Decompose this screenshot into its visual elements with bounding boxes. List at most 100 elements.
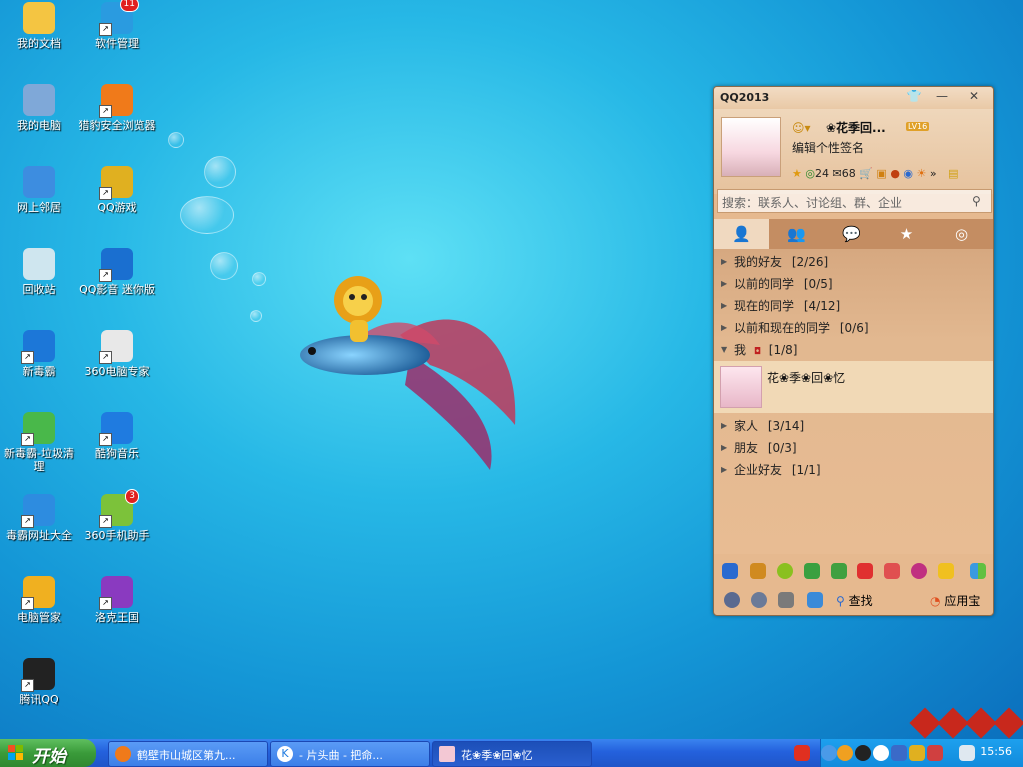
- appbox-label: 应用宝: [944, 594, 981, 608]
- group-label: 以前和现在的同学: [734, 321, 831, 335]
- ball-icon[interactable]: [911, 563, 927, 579]
- pet-icon[interactable]: ●: [890, 167, 900, 180]
- group-label: 我的好友: [734, 255, 783, 269]
- desktop-icon[interactable]: ↗ QQ影音 迷你版: [78, 248, 156, 296]
- contact-item[interactable]: 花❀季❀回❀忆: [714, 361, 993, 413]
- close-button[interactable]: ✕: [964, 89, 984, 105]
- clock[interactable]: 15:56: [980, 745, 1012, 758]
- tab-zone[interactable]: ◎: [934, 219, 989, 249]
- qq-main-panel: QQ2013 👕 — ✕ ☺▾ ❀花季回... LV16 编辑个性签名 ★ ◎2…: [713, 86, 994, 616]
- avatar[interactable]: [721, 117, 781, 177]
- wallet-icon[interactable]: ▣: [876, 167, 886, 180]
- roco-kingdom-icon: ↗: [99, 576, 133, 610]
- kugou-icon[interactable]: [873, 745, 889, 761]
- weather-icon[interactable]: ☀: [917, 167, 927, 180]
- desktop-icon[interactable]: ↗ 11 软件管理: [78, 0, 156, 50]
- desktop-icon[interactable]: 回收站: [0, 248, 78, 296]
- desktop-icon[interactable]: ↗ 毒霸网址大全: [0, 494, 78, 542]
- group-count: [0/3]: [767, 441, 797, 455]
- taskbar-item-kugou[interactable]: K - 片头曲 - 把命...: [270, 741, 430, 767]
- network-icon[interactable]: [891, 745, 907, 761]
- more-icon[interactable]: »: [930, 167, 937, 180]
- sogou-input-icon[interactable]: [794, 745, 810, 761]
- desktop-icon[interactable]: 我的电脑: [0, 84, 78, 132]
- group-row[interactable]: ▶ 家人 [3/14]: [714, 415, 993, 437]
- qq-penguin-icon[interactable]: [909, 745, 925, 761]
- level-badge[interactable]: LV16: [906, 122, 930, 131]
- gear-icon[interactable]: [751, 592, 767, 608]
- desktop-icon-label: 我的文档: [17, 37, 61, 50]
- taskbar: 开始 鹤壁市山城区第九... K - 片头曲 - 把命... 花❀季❀回❀忆 1…: [0, 739, 1023, 767]
- expand-tray-icon[interactable]: [821, 745, 837, 761]
- signature[interactable]: 编辑个性签名: [792, 139, 864, 156]
- cart-icon[interactable]: 🛒: [859, 167, 873, 180]
- search-icon[interactable]: ⚲: [972, 194, 981, 208]
- qq-penguin-icon[interactable]: [855, 745, 871, 761]
- star-icon[interactable]: ★: [792, 167, 802, 180]
- group-me[interactable]: ▼ 我 ◘ [1/8]: [714, 339, 993, 361]
- folder-icon[interactable]: [807, 592, 823, 608]
- qq-titlebar[interactable]: QQ2013 👕 — ✕: [714, 87, 993, 109]
- status-online-icon[interactable]: ☺▾: [792, 121, 811, 135]
- find-button[interactable]: ⚲ 查找: [836, 592, 873, 609]
- desktop-icon[interactable]: ↗ 洛克王国: [78, 576, 156, 624]
- zone-icon[interactable]: ◎: [805, 167, 815, 180]
- desktop-icon-label: 回收站: [22, 283, 56, 296]
- video-icon[interactable]: [857, 563, 873, 579]
- group-row[interactable]: ▶ 朋友 [0/3]: [714, 437, 993, 459]
- desktop-icon[interactable]: ↗ 猎豹安全浏览器: [78, 84, 156, 132]
- start-button[interactable]: 开始: [0, 739, 96, 767]
- taskbar-item-browser[interactable]: 鹤壁市山城区第九...: [108, 741, 268, 767]
- desktop-icon[interactable]: 网上邻居: [0, 166, 78, 214]
- search-input[interactable]: 搜索：联系人、讨论组、群、企业 ⚲: [717, 189, 992, 213]
- shortcut-arrow-icon: ↗: [21, 679, 34, 692]
- apps-grid-icon[interactable]: [970, 563, 986, 579]
- tab-groups[interactable]: 👥: [769, 219, 824, 249]
- group-row[interactable]: ▶ 以前的同学 [0/5]: [714, 273, 993, 295]
- shop-icon[interactable]: [884, 563, 900, 579]
- desktop-icon[interactable]: ↗ 360电脑专家: [78, 330, 156, 378]
- desktop-icon[interactable]: 我的文档: [0, 2, 78, 50]
- shortcut-arrow-icon: ↗: [21, 597, 34, 610]
- pc-manager-icon: ↗: [21, 576, 55, 610]
- qq-penguin-icon[interactable]: [722, 563, 738, 579]
- qq-pet-icon[interactable]: [837, 745, 853, 761]
- group-label: 我: [734, 343, 747, 357]
- taskbar-item-qq-chat[interactable]: 花❀季❀回❀忆: [432, 741, 592, 767]
- shortcut-arrow-icon: ↗: [99, 23, 112, 36]
- game-icon[interactable]: [831, 563, 847, 579]
- system-tray: 15:56: [820, 739, 1023, 767]
- network-status-icon[interactable]: [959, 745, 975, 761]
- pet-icon[interactable]: [750, 563, 766, 579]
- group-row[interactable]: ▶ 现在的同学 [4/12]: [714, 295, 993, 317]
- skin-icon[interactable]: 👕: [904, 89, 924, 105]
- desktop-icon[interactable]: ↗ 3 360手机助手: [78, 489, 156, 542]
- tab-favorites[interactable]: ★: [879, 219, 934, 249]
- manager-icon[interactable]: ▤: [948, 167, 958, 180]
- chick-icon[interactable]: [938, 563, 954, 579]
- qq-penguin-icon[interactable]: [927, 745, 943, 761]
- desktop-icon[interactable]: ↗ 酷狗音乐: [78, 412, 156, 460]
- desktop-icon[interactable]: ↗ 电脑管家: [0, 576, 78, 624]
- group-row[interactable]: ▶ 以前和现在的同学 [0/6]: [714, 317, 993, 339]
- music-icon[interactable]: [777, 563, 793, 579]
- browser-icon[interactable]: ◉: [903, 167, 913, 180]
- desktop-icon[interactable]: ↗ QQ游戏: [78, 166, 156, 214]
- tab-contacts[interactable]: 👤: [714, 219, 769, 249]
- desktop-icon[interactable]: ↗ 腾讯QQ: [0, 658, 78, 706]
- mail-icon[interactable]: ✉: [832, 167, 841, 180]
- desktop-icon-label: 洛克王国: [95, 611, 139, 624]
- group-row[interactable]: ▶ 我的好友 [2/26]: [714, 251, 993, 273]
- volume-icon[interactable]: [778, 592, 794, 608]
- main-menu-icon[interactable]: [724, 592, 740, 608]
- group-row[interactable]: ▶ 企业好友 [1/1]: [714, 459, 993, 481]
- desktop-icon[interactable]: ↗ 新毒霸-垃圾清理: [0, 412, 78, 473]
- tab-recent[interactable]: 💬: [824, 219, 879, 249]
- desktop-icon[interactable]: ↗ 新毒霸: [0, 330, 78, 378]
- desktop-icon-label: 360电脑专家: [84, 365, 150, 378]
- pc-manager-icon[interactable]: [804, 563, 820, 579]
- appbox-button[interactable]: ◔ 应用宝: [930, 592, 980, 609]
- contact-name: 花❀季❀回❀忆: [767, 371, 846, 385]
- desktop-icon-label: 新毒霸: [22, 365, 56, 378]
- minimize-button[interactable]: —: [932, 89, 952, 105]
